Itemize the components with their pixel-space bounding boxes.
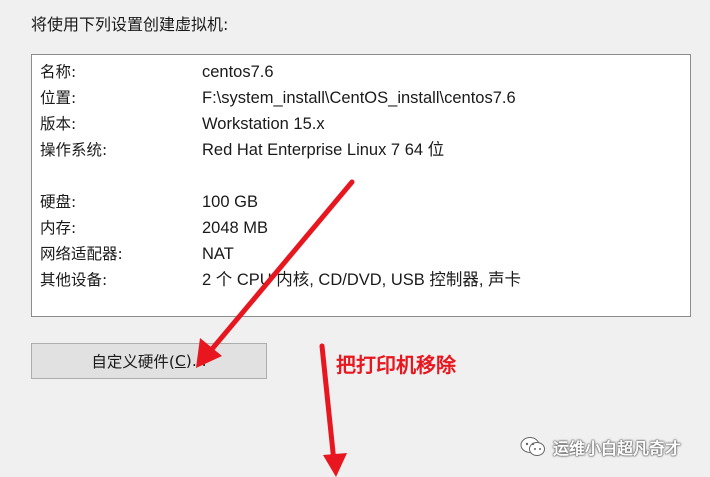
customize-button-mnemonic: C — [174, 352, 186, 370]
summary-value: centos7.6 — [202, 63, 274, 81]
watermark: 运维小白超凡奇才 — [520, 435, 681, 459]
summary-label: 操作系统: — [40, 141, 108, 159]
vm-settings-summary-box: 名称: centos7.6 位置: F:\system_install\Cent… — [31, 54, 691, 317]
summary-label: 位置: — [40, 89, 77, 107]
summary-label: 硬盘: — [40, 193, 77, 211]
summary-value: F:\system_install\CentOS_install\centos7… — [202, 89, 516, 107]
summary-value: Red Hat Enterprise Linux 7 64 位 — [202, 141, 445, 159]
summary-label: 内存: — [40, 219, 77, 237]
summary-value: NAT — [202, 245, 234, 263]
customize-hardware-button[interactable]: 自定义硬件(C)... — [31, 343, 267, 379]
customize-button-label-suffix: )... — [185, 352, 207, 370]
summary-label: 名称: — [40, 63, 77, 81]
wechat-icon — [520, 437, 545, 456]
customize-button-label-prefix: 自定义硬件( — [91, 353, 175, 371]
new-vm-wizard-summary-page: 将使用下列设置创建虚拟机: 名称: centos7.6 位置: F:\syste… — [0, 0, 710, 477]
summary-value: 100 GB — [202, 193, 258, 211]
summary-value: 2 个 CPU 内核, CD/DVD, USB 控制器, 声卡 — [202, 271, 522, 289]
summary-value: Workstation 15.x — [202, 115, 325, 133]
summary-label: 版本: — [40, 115, 77, 133]
summary-label: 网络适配器: — [40, 245, 123, 263]
annotation-text: 把打印机移除 — [336, 353, 456, 377]
watermark-text: 运维小白超凡奇才 — [553, 439, 682, 458]
summary-label: 其他设备: — [40, 271, 108, 289]
intro-text: 将使用下列设置创建虚拟机: — [31, 15, 229, 34]
summary-value: 2048 MB — [202, 219, 269, 237]
